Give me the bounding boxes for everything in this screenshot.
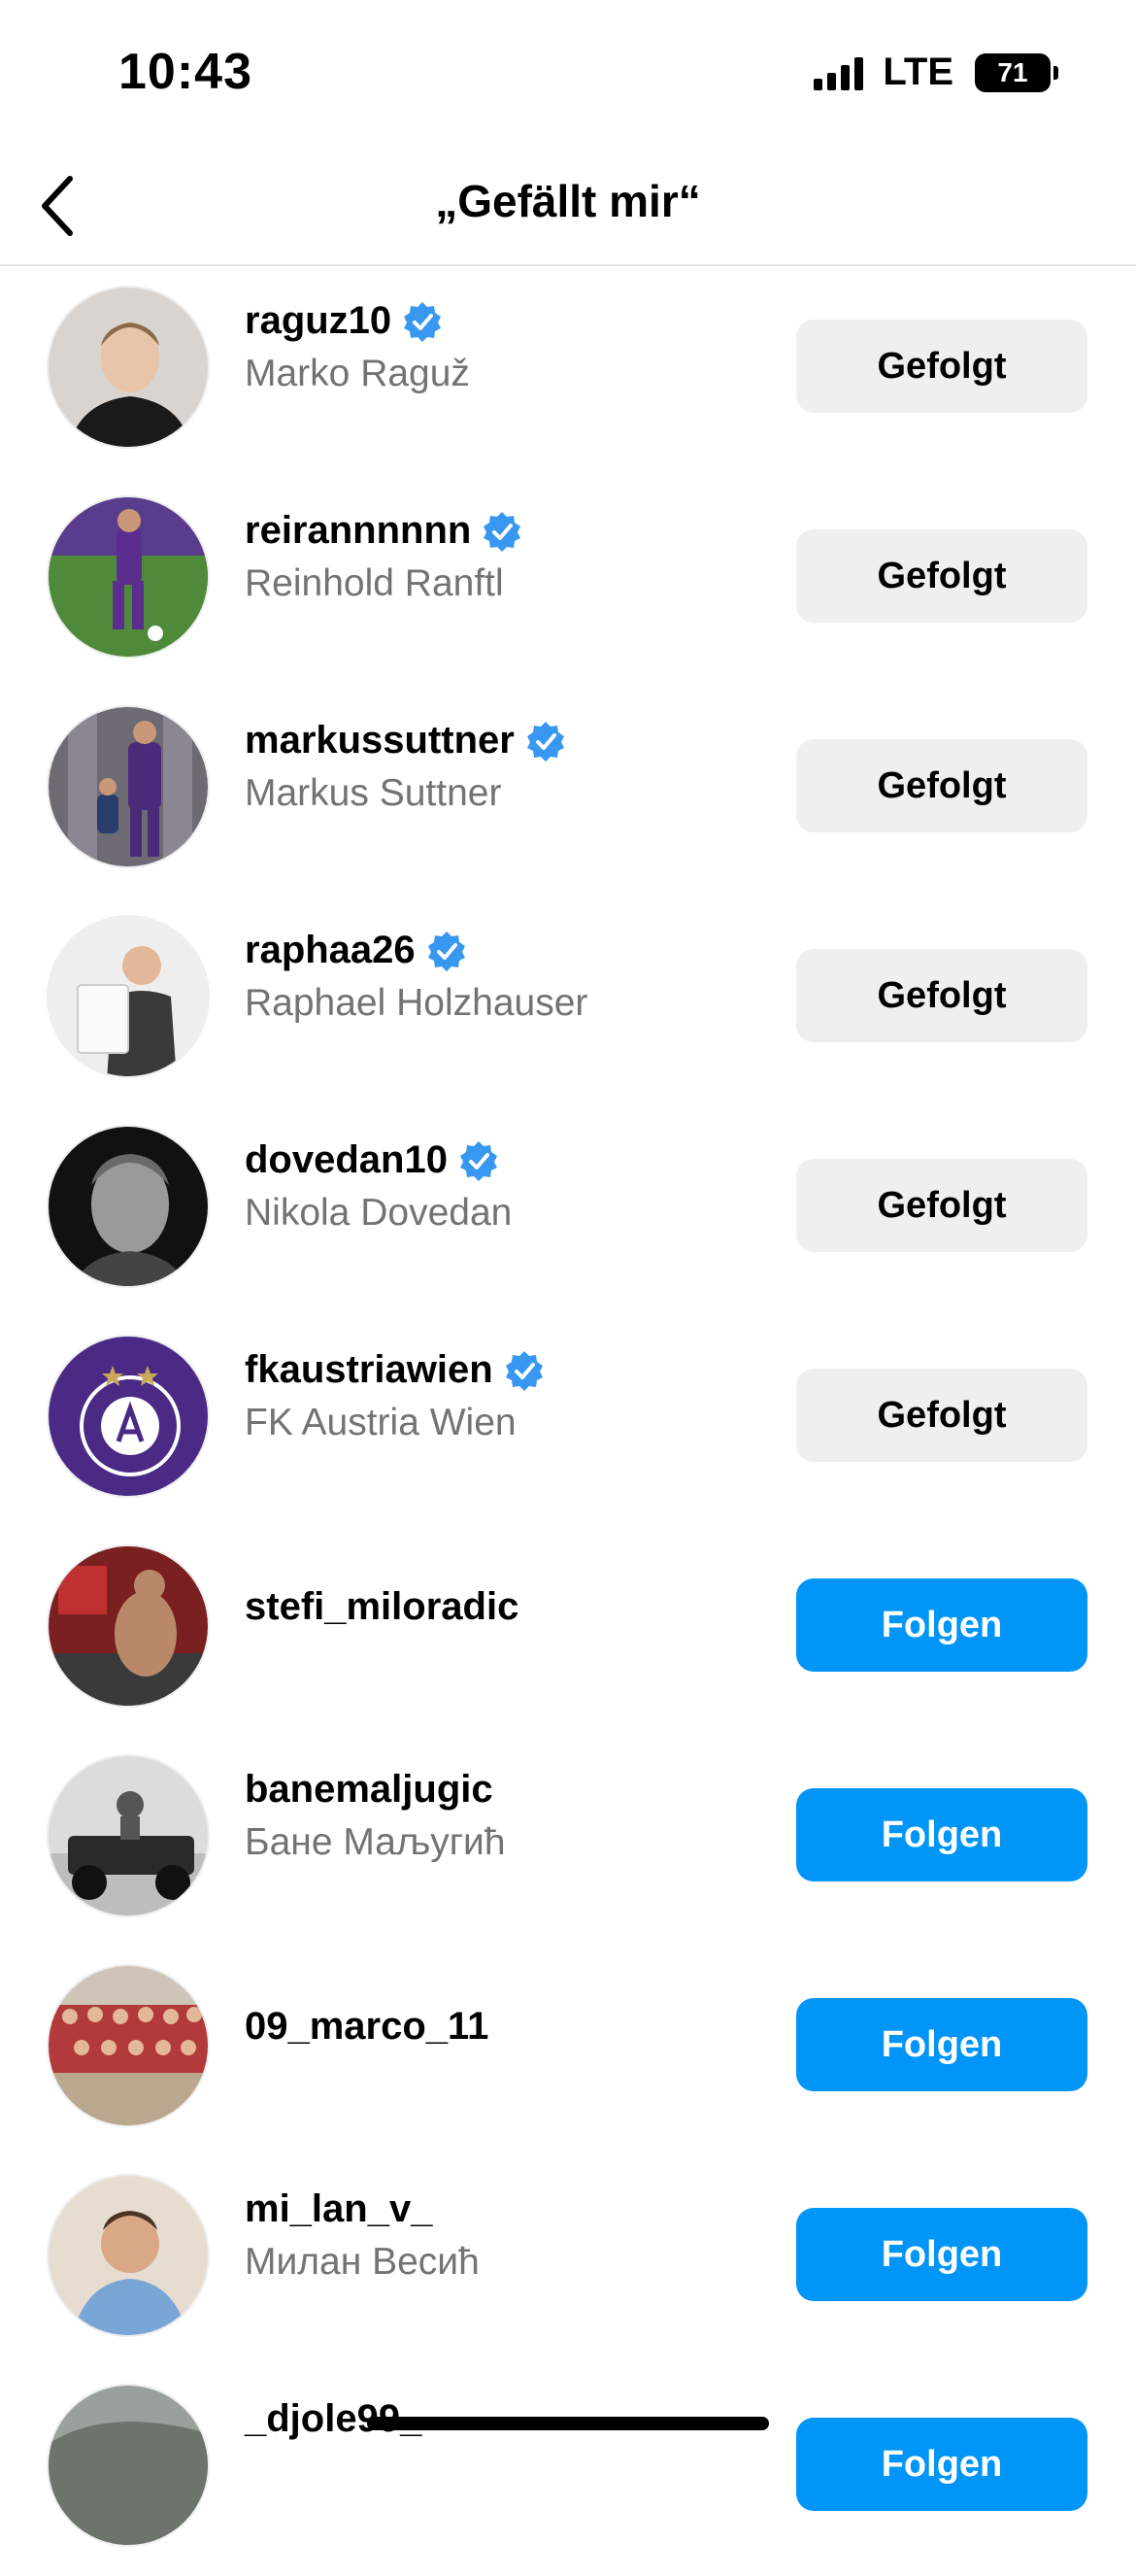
full-name: Бане Маљугић	[245, 1821, 506, 1863]
home-indicator[interactable]	[367, 2417, 769, 2430]
user-names: 09_marco_11	[245, 2005, 488, 2049]
follow-button[interactable]: Folgen	[796, 2418, 1087, 2511]
user-names: fkaustriawien FK Austria Wien	[245, 1348, 546, 1444]
avatar[interactable]	[47, 1754, 210, 1917]
username[interactable]: dovedan10	[245, 1138, 448, 1182]
user-names: reirannnnnn Reinhold Ranftl	[245, 509, 523, 605]
follow-button[interactable]: Folgen	[796, 1578, 1087, 1672]
username[interactable]: banemaljugic	[245, 1768, 493, 1812]
avatar[interactable]	[47, 1125, 210, 1288]
full-name: Милан Весић	[245, 2241, 480, 2283]
avatar[interactable]	[47, 2174, 210, 2337]
list-item[interactable]: fkaustriawien FK Austria Wien Gefolgt	[0, 1317, 1136, 1527]
list-item[interactable]: mi_lan_v_ Милан Весић Folgen	[0, 2156, 1136, 2366]
following-button[interactable]: Gefolgt	[796, 739, 1087, 832]
avatar[interactable]	[47, 286, 210, 449]
verified-badge-icon	[505, 1350, 543, 1391]
avatar[interactable]	[47, 1964, 210, 2127]
username[interactable]: raphaa26	[245, 929, 416, 972]
list-item[interactable]: raguz10 Marko Raguž Gefolgt	[0, 268, 1136, 478]
list-item[interactable]: 09_marco_11 Folgen	[0, 1947, 1136, 2156]
verified-badge-icon	[459, 1140, 497, 1181]
avatar[interactable]	[47, 1544, 210, 1708]
follow-button[interactable]: Folgen	[796, 1998, 1087, 2091]
avatar[interactable]	[47, 705, 210, 868]
list-item[interactable]: banemaljugic Бане Маљугић Folgen	[0, 1737, 1136, 1947]
verified-badge-icon	[427, 931, 465, 971]
username[interactable]: 09_marco_11	[245, 2005, 488, 2049]
signal-icon	[814, 55, 864, 90]
verified-badge-icon	[526, 721, 564, 762]
status-indicators: LTE 71	[814, 51, 1058, 94]
nav-bar: „Gefällt mir“	[0, 146, 1136, 266]
avatar[interactable]	[47, 915, 210, 1078]
list-item[interactable]: markussuttner Markus Suttner Gefolgt	[0, 688, 1136, 898]
full-name: Markus Suttner	[245, 772, 502, 814]
user-names: raphaa26 Raphael Holzhauser	[245, 929, 587, 1025]
verified-badge-icon	[484, 511, 521, 552]
user-names: markussuttner Markus Suttner	[245, 719, 567, 815]
username[interactable]: markussuttner	[245, 719, 515, 763]
list-item[interactable]: raphaa26 Raphael Holzhauser Gefolgt	[0, 898, 1136, 1107]
user-names: raguz10 Marko Raguž	[245, 299, 470, 395]
list-item[interactable]: _djole99_ Folgen	[0, 2366, 1136, 2576]
avatar[interactable]	[47, 1335, 210, 1498]
following-button[interactable]: Gefolgt	[796, 1159, 1087, 1252]
follow-button[interactable]: Folgen	[796, 1788, 1087, 1881]
page-title: „Gefällt mir“	[435, 176, 701, 226]
following-button[interactable]: Gefolgt	[796, 1369, 1087, 1462]
list-item[interactable]: stefi_miloradic Folgen	[0, 1527, 1136, 1737]
username[interactable]: raguz10	[245, 299, 391, 343]
battery-icon: 71	[975, 52, 1058, 92]
username[interactable]: reirannnnnn	[245, 509, 471, 553]
verified-badge-icon	[404, 301, 442, 342]
full-name: Raphael Holzhauser	[245, 982, 588, 1024]
user-names: dovedan10 Nikola Dovedan	[245, 1138, 512, 1235]
status-bar: 10:43 LTE 71	[0, 0, 1136, 146]
battery-level: 71	[975, 52, 1051, 92]
user-names: stefi_miloradic	[245, 1585, 518, 1629]
list-item[interactable]: reirannnnnn Reinhold Ranftl Gefolgt	[0, 478, 1136, 688]
following-button[interactable]: Gefolgt	[796, 529, 1087, 623]
username[interactable]: fkaustriawien	[245, 1348, 493, 1392]
username[interactable]: mi_lan_v_	[245, 2187, 432, 2231]
follow-button[interactable]: Folgen	[796, 2208, 1087, 2301]
username[interactable]: stefi_miloradic	[245, 1585, 518, 1629]
status-time: 10:43	[118, 44, 252, 100]
following-button[interactable]: Gefolgt	[796, 320, 1087, 413]
following-button[interactable]: Gefolgt	[796, 949, 1087, 1042]
avatar[interactable]	[47, 2384, 210, 2547]
full-name: Nikola Dovedan	[245, 1192, 513, 1234]
user-names: banemaljugic Бане Маљугић	[245, 1768, 506, 1864]
list-item[interactable]: dovedan10 Nikola Dovedan Gefolgt	[0, 1107, 1136, 1317]
user-names: mi_lan_v_ Милан Весић	[245, 2187, 480, 2284]
avatar[interactable]	[47, 495, 210, 659]
full-name: Marko Raguž	[245, 353, 470, 394]
network-type: LTE	[883, 51, 953, 93]
full-name: Reinhold Ranftl	[245, 562, 504, 604]
full-name: FK Austria Wien	[245, 1402, 517, 1443]
